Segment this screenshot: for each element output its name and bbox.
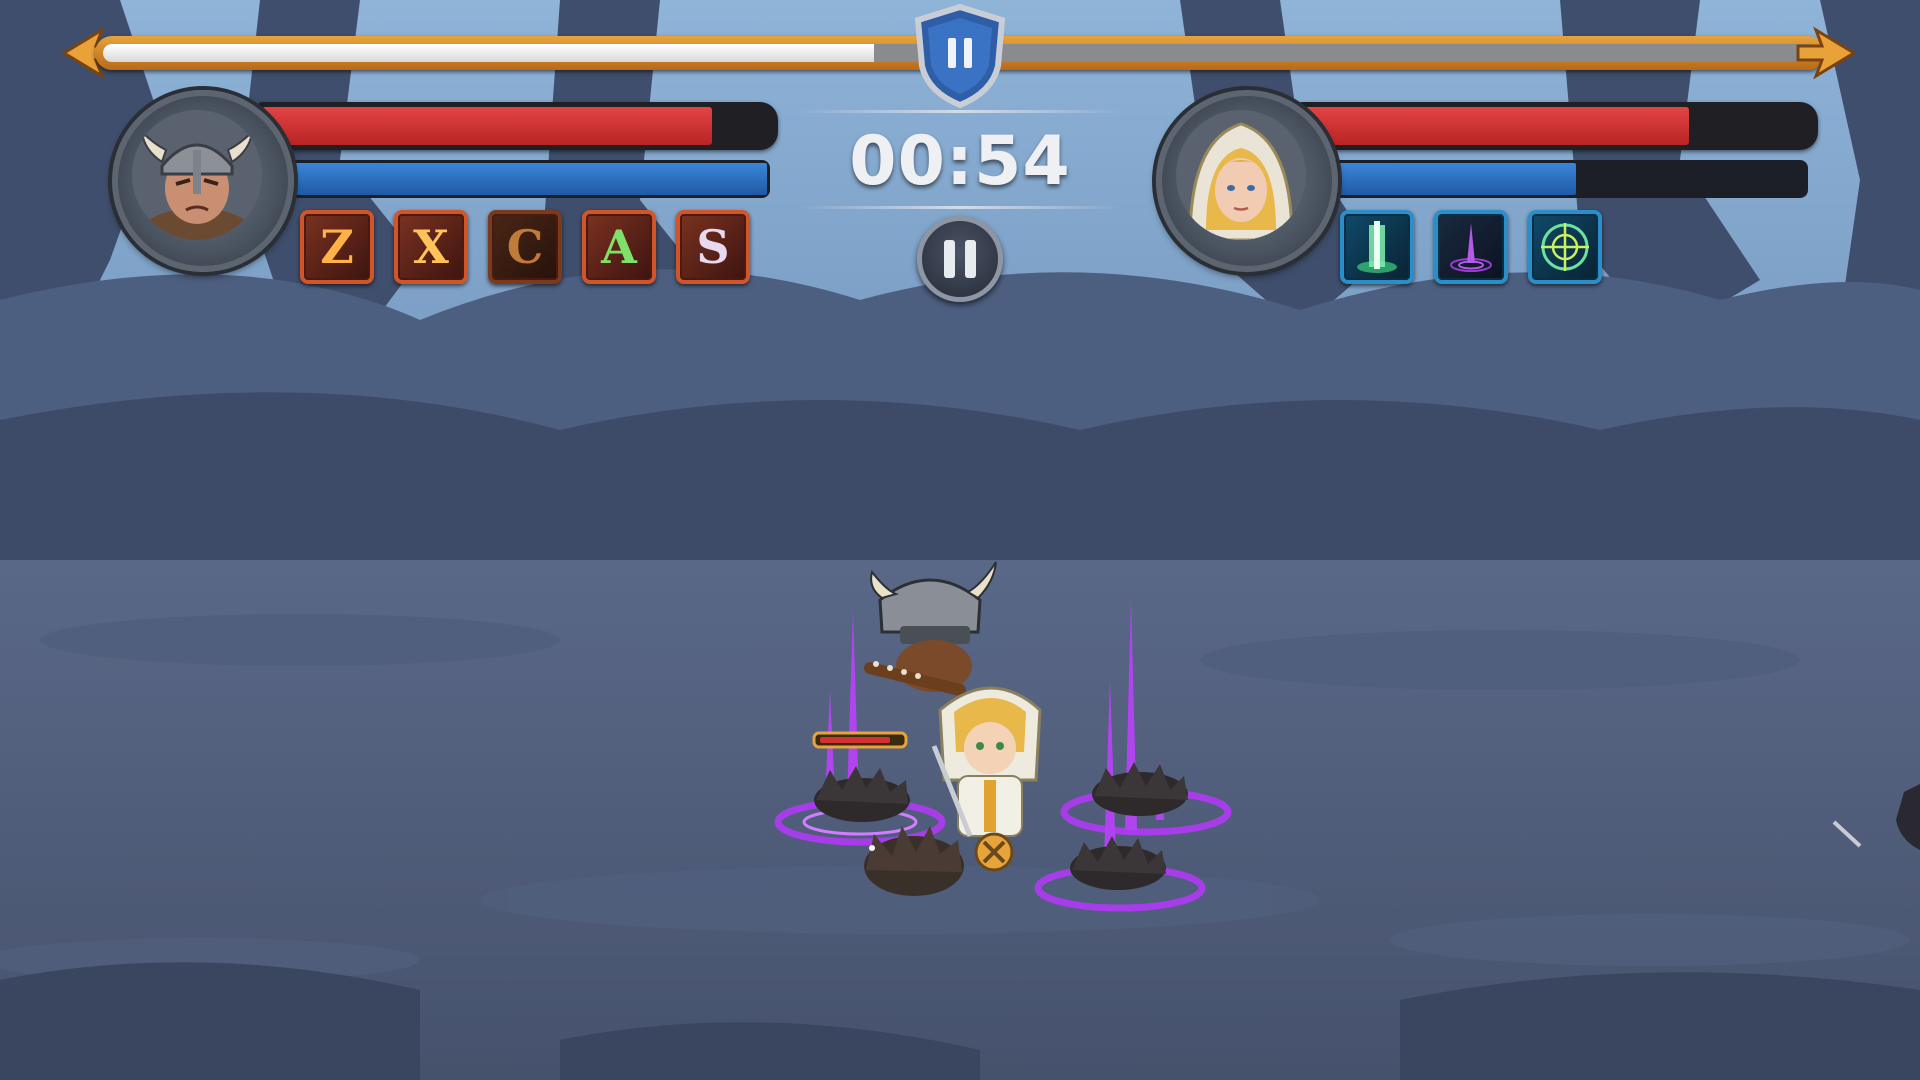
skill-s-label: S	[696, 220, 730, 274]
shield-pause-badge[interactable]	[914, 4, 1006, 108]
enemy-mana-fill	[1301, 163, 1576, 195]
player-hp-fill	[262, 107, 712, 145]
hedgehog-enemy-left	[814, 766, 910, 822]
battle-area	[774, 561, 1920, 912]
player-portrait	[112, 90, 294, 272]
player-hp-bar	[258, 102, 778, 150]
enemy-skill-2	[1434, 210, 1508, 284]
pause-button[interactable]	[917, 216, 1003, 302]
timer-top-divider	[800, 110, 1120, 113]
skill-c-button[interactable]: C	[488, 210, 562, 284]
pause-icon-bar-right	[965, 240, 976, 278]
enemy-portrait	[1156, 90, 1338, 272]
enemy-hp-bar	[1298, 102, 1818, 150]
light-pillar-icon	[1357, 221, 1397, 273]
shadow-spike-icon	[1450, 223, 1492, 272]
enemy-skill-3	[1528, 210, 1602, 284]
hedgehog-enemy-right-bottom	[1070, 836, 1166, 890]
right-arrow-cap-icon	[1796, 26, 1856, 80]
match-progress-fill	[103, 44, 875, 62]
viking-character	[864, 561, 997, 696]
enemy-hp-fill	[1302, 107, 1690, 145]
pause-icon-bar-left	[944, 240, 955, 278]
skill-x-label: X	[413, 220, 449, 274]
target-mini-hp-bar	[812, 731, 908, 749]
skill-a-button[interactable]: A	[582, 210, 656, 284]
offscreen-enemy	[1832, 784, 1920, 850]
enemy-skill-bar	[1340, 210, 1602, 284]
enemy-skill-1	[1340, 210, 1414, 284]
hedgehog-enemy-front	[864, 826, 964, 896]
player-mana-fill	[261, 163, 767, 195]
skill-z-label: Z	[320, 220, 354, 274]
skill-c-label: C	[506, 220, 544, 274]
player-mana-bar	[258, 160, 770, 198]
cleric-portrait-icon	[1176, 110, 1306, 240]
rune-circle-icon	[1541, 223, 1589, 271]
skill-z-button[interactable]: Z	[300, 210, 374, 284]
enemy-mana-bar	[1298, 160, 1808, 198]
skill-a-label: A	[601, 220, 637, 274]
viking-portrait-icon	[132, 110, 262, 240]
hedgehog-enemy-right-top	[1092, 762, 1188, 816]
cleric-character	[931, 686, 1042, 872]
skill-s-button[interactable]: S	[676, 210, 750, 284]
timer-bottom-divider	[800, 206, 1120, 209]
match-timer: 00:54	[849, 122, 1071, 201]
player-skill-bar: Z X C A S	[300, 210, 750, 284]
game-scene: Z X C A S 00:54	[0, 0, 1920, 1080]
skill-x-button[interactable]: X	[394, 210, 468, 284]
